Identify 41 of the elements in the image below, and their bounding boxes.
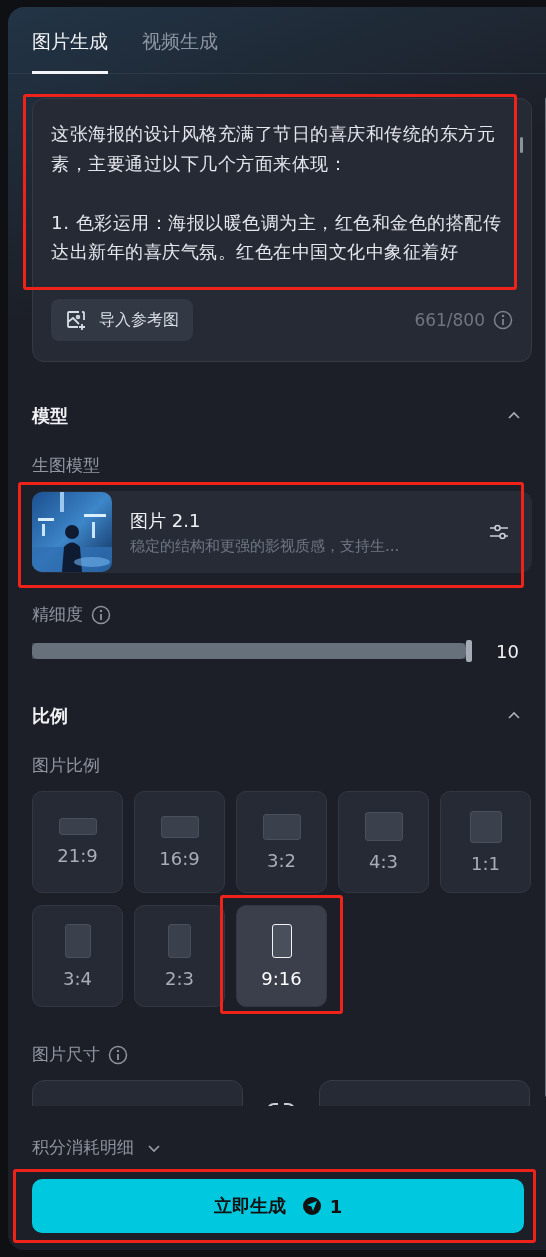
ratio-option[interactable]: 21:9 bbox=[32, 791, 123, 893]
ratio-option[interactable]: 4:3 bbox=[338, 791, 429, 893]
ratio-option[interactable]: 1:1 bbox=[440, 791, 531, 893]
info-icon[interactable] bbox=[108, 1044, 128, 1065]
tab[interactable]: 视频生成 bbox=[142, 29, 218, 74]
cost-details-toggle[interactable]: 积分消耗明细 bbox=[32, 1136, 162, 1159]
info-icon[interactable] bbox=[493, 310, 513, 330]
aspect-ratio-icon bbox=[160, 815, 199, 838]
aspect-ratio-icon bbox=[64, 923, 91, 958]
aspect-ratio-icon bbox=[262, 813, 301, 840]
aspect-ratio-icon bbox=[469, 810, 502, 843]
import-reference-button[interactable]: 导入参考图 bbox=[51, 299, 193, 341]
info-icon[interactable] bbox=[91, 604, 111, 625]
add-image-icon bbox=[65, 309, 87, 331]
ratio-option[interactable]: 3:2 bbox=[236, 791, 327, 893]
model-name: 图片 2.1 bbox=[130, 508, 202, 533]
section-title: 模型 bbox=[32, 404, 68, 428]
detail-slider[interactable] bbox=[32, 640, 472, 662]
aspect-ratio-icon bbox=[58, 818, 97, 835]
character-counter: 661/800 bbox=[414, 310, 485, 330]
slider-value: 10 bbox=[496, 640, 519, 662]
tab[interactable]: 图片生成 bbox=[32, 29, 108, 74]
scrollbar[interactable] bbox=[520, 137, 523, 153]
field-label: 生图模型 bbox=[32, 454, 101, 477]
field-label: 图片比例 bbox=[32, 754, 101, 777]
aspect-ratio-icon bbox=[364, 812, 403, 841]
slider-thumb[interactable] bbox=[466, 640, 472, 662]
aspect-ratio-icon bbox=[271, 923, 292, 958]
ratio-option[interactable]: 16:9 bbox=[134, 791, 225, 893]
model-description: 稳定的结构和更强的影视质感，支持生... bbox=[130, 536, 401, 556]
field-label: 图片尺寸 bbox=[32, 1043, 100, 1066]
ratio-option[interactable]: 2:3 bbox=[134, 905, 225, 1007]
generate-button[interactable]: 立即生成 1 bbox=[32, 1179, 524, 1233]
model-card[interactable]: 图片 2.1 稳定的结构和更强的影视质感，支持生... bbox=[32, 491, 532, 573]
section-title: 比例 bbox=[32, 704, 68, 728]
aspect-ratio-icon bbox=[168, 923, 191, 958]
credit-icon bbox=[301, 1196, 322, 1216]
prompt-field[interactable]: 这张海报的设计风格充满了节日的喜庆和传统的东方元素，主要通过以下几个方面来体现： 1. 色彩运用：海报以暖色调为主，红色和金色的搭配传达出新年的喜庆气氛。红色在中国文化中象征着好 bbox=[51, 119, 511, 267]
ratio-option[interactable]: 3:4 bbox=[32, 905, 123, 1007]
field-label: 精细度 bbox=[32, 603, 83, 626]
ratio-option[interactable]: 9:16 bbox=[236, 905, 327, 1007]
